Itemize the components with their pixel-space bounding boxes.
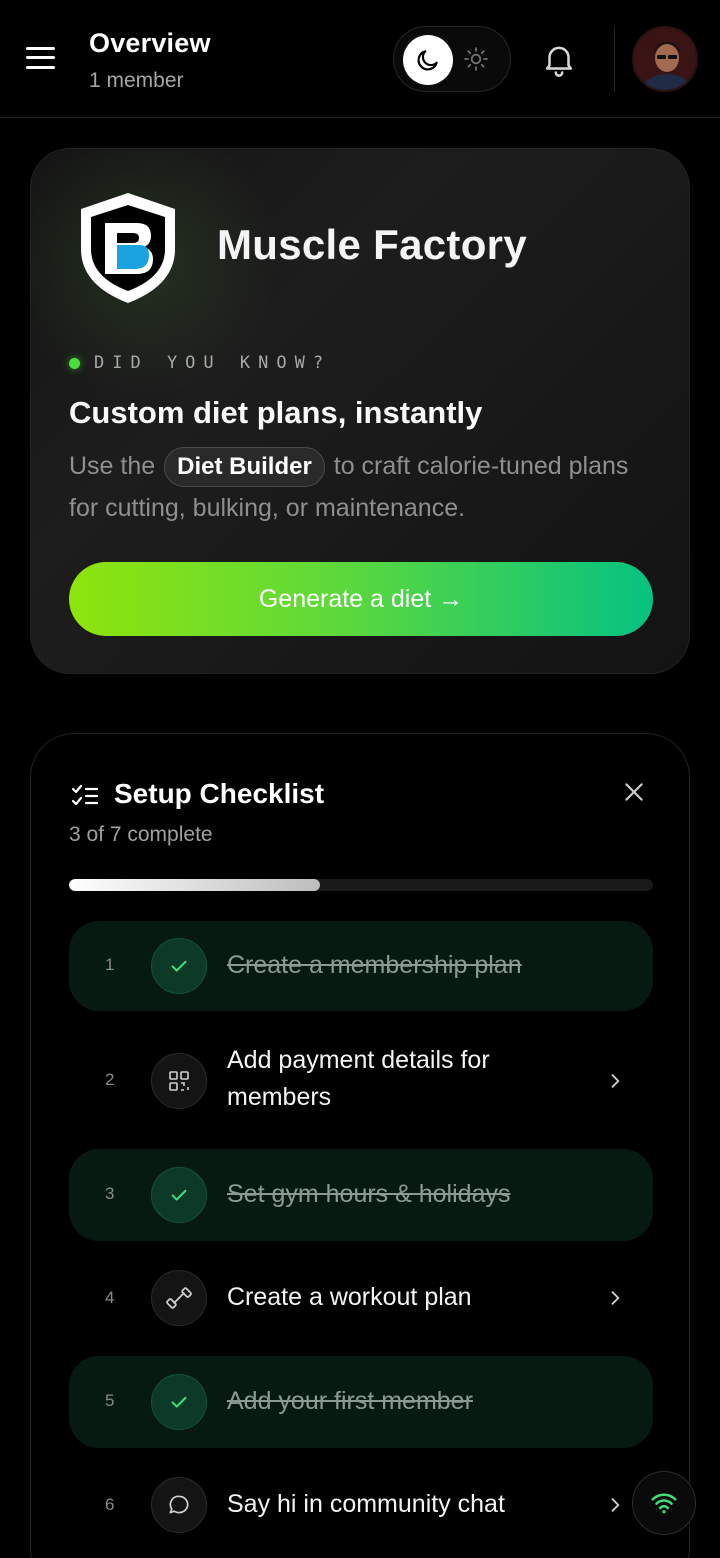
bell-icon[interactable] bbox=[540, 40, 578, 78]
checklist-item[interactable]: 6 Say hi in community chat bbox=[69, 1471, 653, 1539]
checklist-item[interactable]: 4 Create a workout plan bbox=[69, 1264, 653, 1332]
check-icon bbox=[151, 938, 207, 994]
item-label: Add payment details for members bbox=[227, 1046, 490, 1111]
chevron-right-icon bbox=[611, 1291, 620, 1305]
item-number: 3 bbox=[105, 1184, 115, 1203]
wifi-status-button[interactable] bbox=[632, 1471, 696, 1535]
item-number: 4 bbox=[105, 1288, 115, 1307]
item-label: Say hi in community chat bbox=[227, 1490, 505, 1518]
page-title: Overview bbox=[89, 28, 211, 58]
chevron-right-icon bbox=[611, 1498, 620, 1512]
checklist-item[interactable]: 1 Create a membership plan bbox=[69, 921, 653, 1011]
check-icon bbox=[151, 1374, 207, 1430]
wifi-icon bbox=[651, 1493, 677, 1514]
avatar[interactable] bbox=[632, 26, 698, 92]
sun-icon[interactable] bbox=[463, 46, 489, 72]
tip-body: Use the Diet Builder to craft calorie-tu… bbox=[69, 445, 639, 529]
generate-diet-button[interactable]: Generate a diet → bbox=[69, 562, 653, 636]
item-number: 6 bbox=[105, 1495, 115, 1514]
chevron-right-icon bbox=[611, 1074, 620, 1088]
did-you-know-kicker: DID YOU KNOW? bbox=[69, 353, 331, 373]
promo-card: Muscle Factory DID YOU KNOW? Custom diet… bbox=[30, 148, 690, 674]
gym-logo bbox=[81, 193, 175, 303]
check-icon bbox=[151, 1167, 207, 1223]
checklist-item[interactable]: 2 Add payment details for members bbox=[69, 1034, 653, 1146]
dumbbell-icon bbox=[151, 1270, 207, 1326]
close-icon[interactable] bbox=[621, 779, 647, 805]
top-bar: Overview 1 member bbox=[0, 0, 720, 118]
item-label: Create a membership plan bbox=[227, 951, 522, 979]
checklist-item[interactable]: 5 Add your first member bbox=[69, 1356, 653, 1448]
chat-bubble-icon bbox=[151, 1477, 207, 1533]
item-label: Set gym hours & holidays bbox=[227, 1180, 511, 1208]
progress-fill bbox=[69, 879, 321, 891]
setup-checklist-card: Setup Checklist 3 of 7 complete 1 Create… bbox=[30, 733, 690, 1558]
item-label: Create a workout plan bbox=[227, 1283, 472, 1311]
checklist-progress-text: 3 of 7 complete bbox=[69, 823, 213, 846]
moon-icon bbox=[403, 35, 453, 85]
qr-code-icon bbox=[151, 1053, 207, 1109]
tip-heading: Custom diet plans, instantly bbox=[69, 395, 483, 430]
checklist-icon bbox=[71, 784, 99, 806]
item-number: 2 bbox=[105, 1070, 115, 1089]
progress-bar bbox=[69, 879, 653, 891]
menu-icon[interactable] bbox=[26, 45, 56, 71]
theme-toggle[interactable] bbox=[393, 26, 511, 92]
checklist-title: Setup Checklist bbox=[114, 778, 325, 809]
item-number: 5 bbox=[105, 1391, 115, 1410]
item-label: Add your first member bbox=[227, 1387, 473, 1415]
gym-name: Muscle Factory bbox=[217, 221, 527, 268]
checklist-item[interactable]: 3 Set gym hours & holidays bbox=[69, 1149, 653, 1241]
status-dot bbox=[69, 357, 80, 369]
diet-builder-pill[interactable]: Diet Builder bbox=[164, 447, 325, 488]
header-divider bbox=[614, 26, 615, 92]
member-count: 1 member bbox=[89, 69, 184, 92]
item-number: 1 bbox=[105, 955, 115, 974]
